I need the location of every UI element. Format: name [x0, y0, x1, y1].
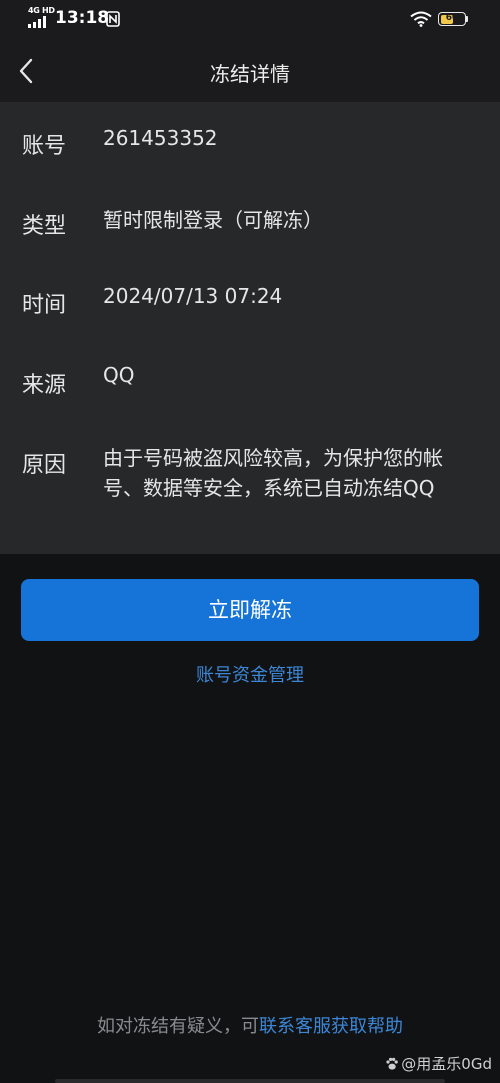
unfreeze-now-button[interactable]: 立即解冻	[21, 579, 479, 641]
account-funds-management-link[interactable]: 账号资金管理	[0, 661, 500, 687]
watermark-text: @用孟乐0Gd	[401, 1055, 492, 1073]
type-value: 暂时限制登录（可解冻）	[103, 208, 323, 232]
time-value: 2024/07/13 07:24	[103, 284, 283, 308]
freeze-detail-card: 账号 261453352 类型 暂时限制登录（可解冻） 时间 2024/07/1…	[0, 102, 500, 554]
battery-percent: 60	[445, 13, 459, 23]
contact-support-link[interactable]: 联系客服获取帮助	[259, 1016, 403, 1037]
battery-tip	[466, 16, 468, 22]
navigation-bar: 冻结详情	[0, 40, 500, 102]
status-time: 13:18	[55, 8, 110, 28]
reason-label: 原因	[22, 453, 67, 478]
battery-icon: 60	[438, 12, 466, 26]
time-label: 时间	[22, 293, 67, 318]
watermark: @用孟乐0Gd	[385, 1053, 492, 1074]
freeze-details-screen: 4G HD 13:18 60 冻结详情 账号 261453352 类型 暂时限制…	[0, 0, 500, 1083]
type-label: 类型	[22, 214, 67, 239]
account-value: 261453352	[103, 126, 218, 150]
account-label: 账号	[22, 134, 67, 159]
signal-icon	[28, 16, 46, 28]
home-indicator[interactable]	[55, 1079, 445, 1083]
paw-icon	[386, 1057, 399, 1070]
network-type-label: 4G HD	[28, 6, 55, 15]
help-prefix-text: 如对冻结有疑义，可	[97, 1016, 259, 1037]
help-footer: 如对冻结有疑义，可联系客服获取帮助	[0, 1012, 500, 1038]
source-value: QQ	[103, 363, 135, 387]
source-label: 来源	[22, 373, 67, 398]
status-bar: 4G HD 13:18 60	[0, 0, 500, 40]
nfc-icon	[106, 11, 120, 27]
wifi-icon	[410, 11, 432, 27]
page-title: 冻结详情	[210, 62, 290, 86]
reason-value: 由于号码被盗风险较高，为保护您的帐号、数据等安全，系统已自动冻结QQ	[103, 446, 443, 500]
